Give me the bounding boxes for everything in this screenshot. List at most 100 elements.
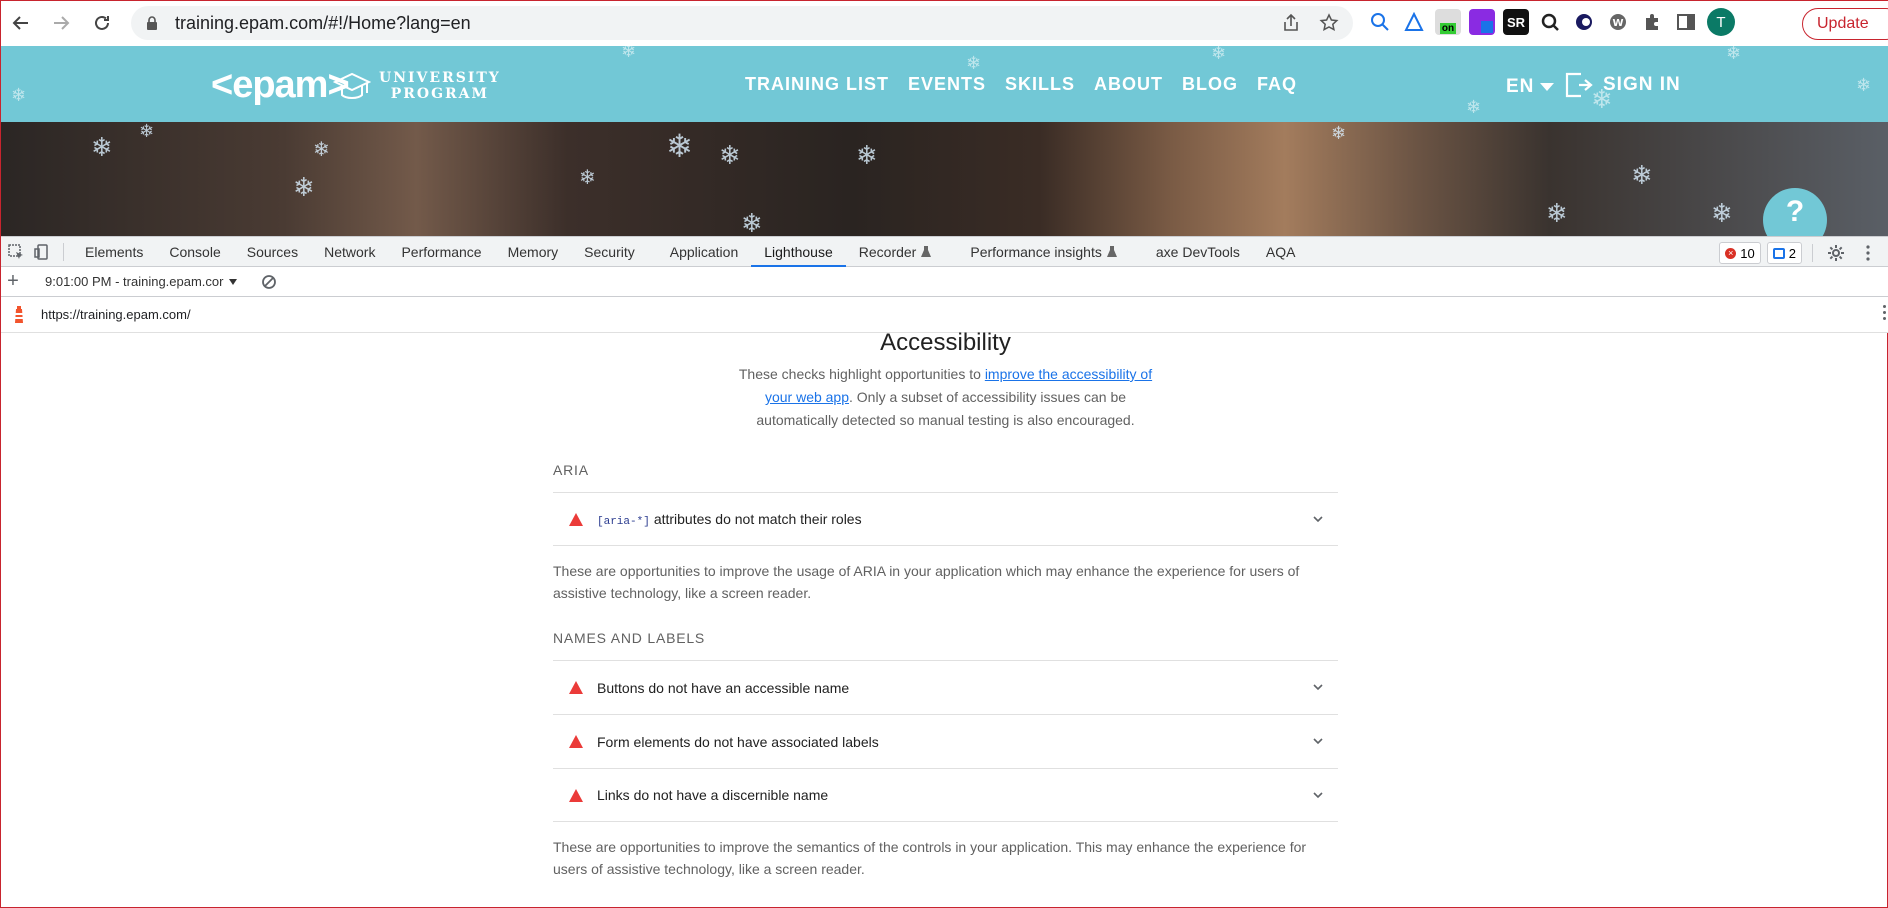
snowflake-icon: ❄: [741, 208, 763, 236]
tab-lighthouse[interactable]: Lighthouse: [751, 237, 846, 267]
tab-performance[interactable]: Performance: [388, 237, 494, 267]
section-description: These checks highlight opportunities to …: [726, 363, 1166, 432]
chevron-down-icon: [1313, 792, 1323, 799]
tab-label: Performance: [401, 243, 482, 260]
section-title: Accessibility: [880, 329, 1011, 356]
tab-label: Application: [669, 243, 739, 260]
extension-purple-icon[interactable]: [1469, 9, 1495, 35]
reload-button[interactable]: [84, 5, 120, 41]
snowflake-icon: ❄: [1466, 97, 1482, 117]
tab-elements[interactable]: Elements: [72, 237, 156, 267]
sign-in-button[interactable]: SIGN IN: [1563, 70, 1681, 100]
univ-line-1: UNIVERSITY: [379, 70, 501, 86]
snowflake-icon: ❄: [1631, 160, 1653, 190]
more-options-icon[interactable]: [1855, 240, 1881, 266]
clear-reports-icon[interactable]: [261, 274, 277, 290]
tab-label: Recorder: [858, 243, 917, 260]
report-url[interactable]: https://training.epam.com/: [41, 307, 191, 322]
bookmark-star-icon[interactable]: [1319, 13, 1339, 33]
extension-circle-icon[interactable]: [1571, 9, 1597, 35]
snowflake-icon: ❄: [966, 53, 982, 73]
audit-aria-roles[interactable]: [aria-*] attributes do not match their ro…: [553, 492, 1338, 546]
caret-down-icon: [1540, 83, 1555, 91]
tab-application[interactable]: Application: [657, 237, 752, 267]
snowflake-icon: ❄: [1726, 46, 1742, 63]
devtools-tab-bar: Elements Console Sources Network Perform…: [1, 236, 1888, 267]
extension-magnifier-icon[interactable]: [1537, 9, 1563, 35]
audit-title: [aria-*] attributes do not match their ro…: [597, 511, 862, 528]
back-arrow-icon: [12, 16, 28, 30]
lighthouse-url-row: https://training.epam.com/: [1, 297, 1888, 333]
divider: [1812, 244, 1813, 262]
report-menu-icon[interactable]: [1883, 305, 1887, 323]
extensions-puzzle-icon[interactable]: [1639, 9, 1665, 35]
message-count: 2: [1788, 245, 1796, 261]
snowflake-icon: ❄: [1546, 198, 1568, 228]
extension-sr-icon[interactable]: SR: [1503, 9, 1529, 35]
nav-about[interactable]: ABOUT: [1094, 74, 1163, 95]
tab-axe-devtools[interactable]: axe DevTools: [1143, 237, 1253, 267]
site-header: ❄ ❄ ❄ ❄ ❄ ❄ ❄ ❄ <epam> UNIVERSITY PROGRA…: [1, 46, 1888, 122]
extension-w-icon[interactable]: W: [1605, 9, 1631, 35]
dropdown-arrow-icon: [229, 278, 238, 285]
extension-on-icon[interactable]: on: [1435, 9, 1461, 35]
divider: [63, 242, 64, 261]
nav-blog[interactable]: BLOG: [1182, 74, 1238, 95]
profile-avatar[interactable]: T: [1707, 8, 1735, 36]
tab-label: Performance insights: [970, 243, 1102, 260]
hero-image: ❄ ❄ ❄ ❄ ❄ ❄ ❄ ❄ ❄ ❄ ❄ ❄ ❄ ?: [1, 122, 1888, 236]
nav-training-list[interactable]: TRAINING LIST: [745, 74, 889, 95]
side-panel-icon[interactable]: [1673, 9, 1699, 35]
audit-button-name[interactable]: Buttons do not have an accessible name: [553, 660, 1338, 714]
tab-label: Memory: [507, 243, 559, 260]
snowflake-icon: ❄: [139, 122, 155, 141]
audit-text: attributes do not match their roles: [653, 510, 862, 527]
tab-recorder[interactable]: Recorder: [846, 237, 958, 267]
epam-logo[interactable]: <epam>: [211, 64, 350, 107]
inspect-element-icon[interactable]: [3, 239, 29, 265]
snowflake-icon: ❄: [666, 128, 693, 164]
settings-gear-icon[interactable]: [1823, 240, 1849, 266]
error-icon: ×: [1725, 247, 1737, 259]
audit-form-labels[interactable]: Form elements do not have associated lab…: [553, 714, 1338, 768]
tab-console[interactable]: Console: [156, 237, 233, 267]
new-report-plus-icon[interactable]: +: [1, 270, 25, 293]
report-selector[interactable]: 9:01:00 PM - training.epam.cor: [45, 274, 238, 289]
nav-events[interactable]: EVENTS: [908, 74, 986, 95]
tab-performance-insights[interactable]: Performance insights: [957, 237, 1143, 267]
language-selector[interactable]: EN: [1506, 76, 1555, 98]
chevron-down-icon: [1313, 516, 1323, 523]
forward-button[interactable]: [43, 5, 79, 41]
tab-label: Elements: [85, 243, 144, 260]
tab-security[interactable]: Security: [571, 237, 657, 267]
group-title-names-labels: NAMES AND LABELS: [553, 630, 706, 646]
message-icon: [1772, 247, 1785, 259]
help-button[interactable]: ?: [1763, 188, 1827, 236]
tab-aqa[interactable]: AQA: [1253, 237, 1309, 267]
chevron-down-icon: [1313, 738, 1323, 745]
tab-label: axe DevTools: [1155, 243, 1240, 260]
fail-triangle-icon: [569, 681, 583, 694]
update-button[interactable]: Update: [1802, 8, 1888, 40]
error-count-badge[interactable]: × 10: [1719, 242, 1761, 264]
lighthouse-toolbar: + 9:01:00 PM - training.epam.cor: [1, 267, 1888, 297]
desc-text-before: These checks highlight opportunities to: [738, 366, 985, 382]
extension-triangle-icon[interactable]: [1401, 9, 1427, 35]
tab-memory[interactable]: Memory: [495, 237, 572, 267]
share-icon[interactable]: [1281, 13, 1301, 33]
audit-link-name[interactable]: Links do not have a discernible name: [553, 768, 1338, 822]
address-bar[interactable]: training.epam.com/#!/Home?lang=en: [131, 6, 1353, 40]
tab-sources[interactable]: Sources: [234, 237, 311, 267]
tab-network[interactable]: Network: [311, 237, 388, 267]
device-toolbar-icon[interactable]: [29, 239, 55, 265]
nav-skills[interactable]: SKILLS: [1005, 74, 1075, 95]
back-button[interactable]: [3, 5, 39, 41]
fail-triangle-icon: [569, 512, 583, 526]
tab-label: Console: [169, 243, 221, 260]
tab-label: Network: [324, 243, 376, 260]
message-count-badge[interactable]: 2: [1766, 242, 1802, 264]
audit-title: Form elements do not have associated lab…: [597, 733, 879, 750]
browser-toolbar: training.epam.com/#!/Home?lang=en on SR …: [1, 1, 1888, 46]
extension-search-icon[interactable]: [1367, 9, 1393, 35]
nav-faq[interactable]: FAQ: [1257, 74, 1297, 95]
